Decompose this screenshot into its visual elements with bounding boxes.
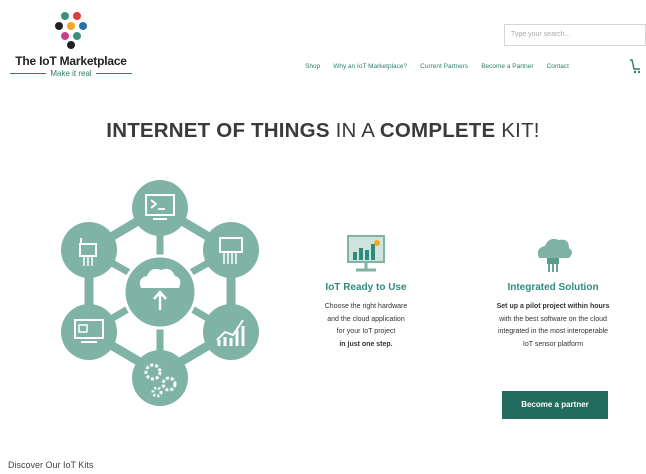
feature-line: IoT sensor platform	[522, 340, 584, 348]
feature-integrated: Integrated Solution Set up a pilot proje…	[467, 232, 639, 351]
cloud-sensor-icon	[537, 238, 572, 272]
feature-line-emphasis: in just one step.	[339, 340, 393, 348]
node-sensor	[61, 222, 117, 278]
node-chart	[203, 304, 259, 360]
main-nav: Shop Why an IoT Marketplace? Current Par…	[305, 63, 582, 70]
become-partner-button[interactable]: Become a partner	[502, 391, 608, 419]
feature-description: Choose the right hardware and the cloud …	[304, 301, 428, 351]
feature-title: Integrated Solution	[507, 282, 599, 293]
feature-line: for your IoT project	[336, 328, 396, 335]
brand-title: The IoT Marketplace	[15, 54, 127, 68]
divider	[10, 73, 47, 74]
feature-ready: IoT Ready to Use Choose the right hardwa…	[304, 232, 428, 351]
brand-logo[interactable]: The IoT Marketplace Make it real	[10, 10, 133, 78]
nav-item-partners[interactable]: Current Partners	[420, 63, 468, 70]
headline-part: COMPLETE	[379, 119, 496, 142]
feature-line: Choose the right hardware	[324, 303, 408, 310]
nav-item-become-partner[interactable]: Become a Partner	[481, 63, 533, 70]
cart-icon[interactable]	[628, 58, 642, 74]
feature-line: with the best software on the cloud	[499, 315, 607, 323]
brand-tagline-text: Make it real	[50, 69, 92, 78]
iot-network-illustration	[61, 180, 259, 406]
nav-item-shop[interactable]: Shop	[305, 63, 320, 70]
feature-description: Set up a pilot project within hours with…	[467, 301, 639, 351]
headline-part: INTERNET OF THINGS	[106, 119, 330, 142]
node-device	[203, 222, 259, 278]
monitor-chart-icon	[347, 235, 385, 272]
page-title: INTERNET OF THINGS IN A COMPLETE KIT!	[0, 119, 646, 143]
feature-line: and the cloud application	[327, 315, 405, 323]
search-input[interactable]: Type your search...	[504, 24, 646, 46]
nav-item-contact[interactable]: Contact	[547, 63, 569, 70]
feature-line-emphasis: Set up a pilot project within hours	[496, 303, 610, 310]
headline-part: IN A	[329, 119, 380, 142]
divider	[95, 73, 133, 74]
section-title: Discover Our IoT Kits	[8, 460, 94, 470]
nav-item-why[interactable]: Why an IoT Marketplace?	[333, 63, 407, 70]
brand-tagline: Make it real	[10, 69, 133, 78]
node-monitor	[61, 304, 117, 360]
feature-line: integrated in the most interoperable	[497, 328, 609, 335]
headline-part: KIT!	[495, 119, 540, 142]
node-terminal	[132, 180, 188, 236]
node-gears	[132, 350, 188, 406]
feature-title: IoT Ready to Use	[325, 282, 407, 293]
logo-hexagon-icon	[55, 12, 87, 49]
